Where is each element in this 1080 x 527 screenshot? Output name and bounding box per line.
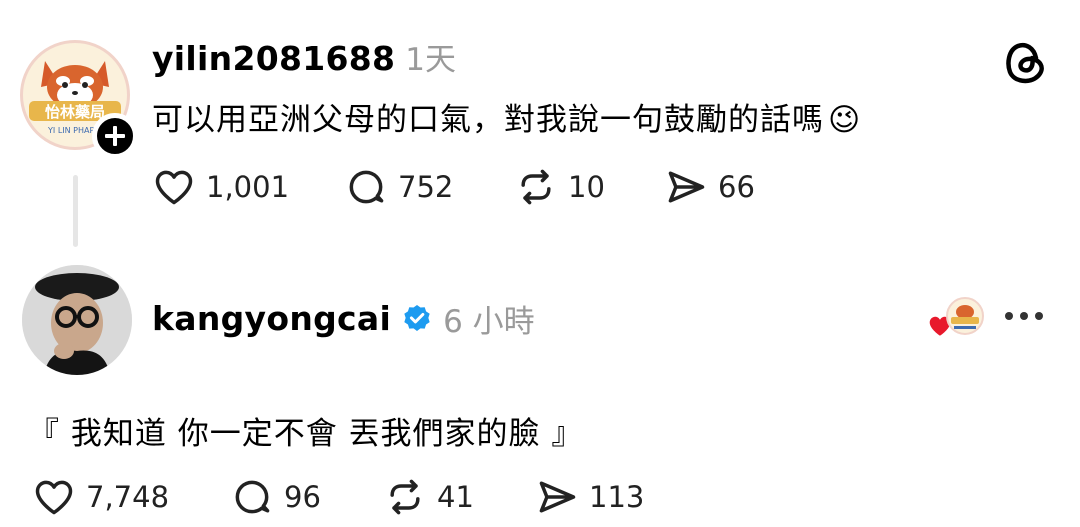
- reply-repost-count: 41: [437, 480, 474, 514]
- profile-photo-icon: [22, 265, 132, 375]
- original-post-time: 1天: [405, 42, 457, 78]
- original-post-header: yilin2081688 1天: [152, 34, 456, 79]
- comment-icon: [349, 170, 384, 204]
- reply-like-count: 7,748: [86, 480, 170, 514]
- share-icon: [539, 481, 576, 513]
- avatar-kangyongcai[interactable]: [22, 265, 132, 375]
- repost-count: 10: [568, 170, 605, 204]
- share-icon: [668, 171, 705, 203]
- comment-count: 752: [398, 170, 454, 204]
- repost-button[interactable]: 10: [514, 163, 664, 211]
- more-options-button[interactable]: [1005, 312, 1043, 320]
- repost-icon: [390, 479, 420, 515]
- comment-icon: [235, 480, 270, 514]
- avatar-logo-text: 怡林藥局: [45, 103, 105, 121]
- reply-comment-button[interactable]: 96: [230, 473, 383, 521]
- heart-icon: [155, 170, 193, 205]
- heart-icon: [35, 480, 73, 515]
- reply-share-count: 113: [589, 480, 645, 514]
- reply-comment-count: 96: [284, 480, 321, 514]
- reply-post-actions: 7,748 96 41 113: [32, 473, 685, 521]
- like-button[interactable]: 1,001: [152, 163, 344, 211]
- liked-by-author-indicator: [926, 297, 986, 343]
- reply-post-text: 『 我知道 你一定不會 丟我們家的臉 』: [28, 416, 584, 452]
- follow-plus-button[interactable]: [92, 113, 138, 159]
- mini-avatar-yilin: [946, 297, 984, 335]
- original-username[interactable]: yilin2081688: [152, 39, 395, 78]
- reply-username[interactable]: kangyongcai: [152, 299, 391, 338]
- like-count: 1,001: [206, 170, 290, 204]
- original-post-actions: 1,001 752 10 66: [152, 163, 814, 211]
- reply-like-button[interactable]: 7,748: [32, 473, 230, 521]
- threads-logo-button[interactable]: [1004, 38, 1048, 88]
- share-button[interactable]: 66: [664, 163, 814, 211]
- threads-logo-icon: [1006, 42, 1044, 84]
- share-count: 66: [718, 170, 755, 204]
- thread-connector-line: [73, 175, 78, 247]
- original-post-text: 可以用亞洲父母的口氣，對我說一句鼓勵的話嗎 😉: [152, 102, 862, 138]
- wink-emoji-icon: 😉: [828, 102, 862, 138]
- verified-badge-icon: [404, 304, 430, 331]
- comment-button[interactable]: 752: [344, 163, 514, 211]
- reply-post-time: 6 小時: [443, 304, 535, 340]
- repost-icon: [521, 169, 551, 205]
- reply-post-header: kangyongcai 6 小時: [152, 296, 535, 341]
- reply-repost-button[interactable]: 41: [383, 473, 535, 521]
- reply-share-button[interactable]: 113: [535, 473, 685, 521]
- more-icon: [1005, 312, 1013, 320]
- follow-plus-icon: [105, 126, 125, 146]
